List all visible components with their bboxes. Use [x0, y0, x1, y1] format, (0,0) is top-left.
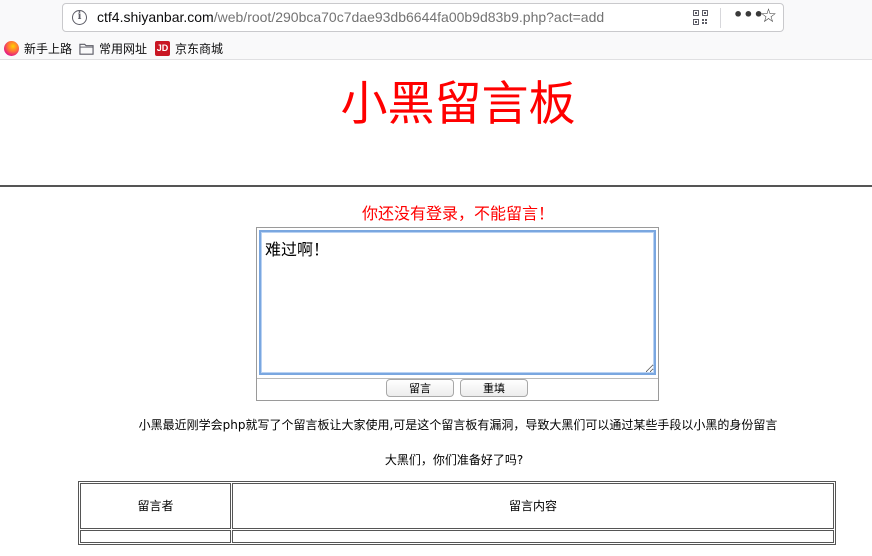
jd-icon: JD	[155, 40, 170, 56]
folder-icon	[79, 43, 94, 55]
url-host: ctf4.shiyanbar.com	[97, 9, 214, 25]
bookmark-label: 常用网址	[99, 41, 148, 56]
form-divider	[257, 378, 658, 379]
firefox-icon	[4, 40, 19, 56]
board-question: 大黑们，你们准备好了吗?	[384, 453, 524, 467]
table-header-row: 留言者 留言内容	[80, 483, 834, 529]
toolbar-separator	[720, 8, 721, 28]
qr-code-icon[interactable]	[693, 10, 708, 25]
bookmark-common-sites[interactable]: 常用网址	[79, 39, 147, 57]
info-icon[interactable]: i	[72, 10, 87, 25]
browser-toolbar: i ctf4.shiyanbar.com/web/root/290bca70c7…	[0, 0, 872, 36]
bookmark-jd[interactable]: JD 京东商城	[155, 39, 223, 57]
bookmark-newbie[interactable]: 新手上路	[4, 39, 72, 57]
submit-button[interactable]: 留言	[386, 379, 454, 397]
address-bar[interactable]: i ctf4.shiyanbar.com/web/root/290bca70c7…	[62, 3, 784, 32]
page-content: 小黑留言板 你还没有登录，不能留言！ 留言 重填 小黑最近刚学会php就写了个留…	[0, 61, 872, 556]
url-path: /web/root/290bca70c7dae93db6644fa00b9d83…	[213, 9, 605, 25]
horizontal-rule	[0, 185, 872, 187]
table-cell	[80, 529, 231, 543]
table-cell	[232, 529, 834, 543]
table-row	[80, 529, 834, 543]
message-textarea[interactable]	[259, 230, 656, 375]
bookmark-label: 京东商城	[175, 41, 224, 56]
header-author: 留言者	[80, 483, 231, 529]
bookmark-star-icon[interactable]: ☆	[760, 5, 777, 27]
login-notice: 你还没有登录，不能留言！	[361, 204, 554, 223]
url-text[interactable]: ctf4.shiyanbar.com/web/root/290bca70c7da…	[97, 9, 604, 25]
message-table: 留言者 留言内容	[78, 481, 836, 545]
bookmark-label: 新手上路	[24, 41, 73, 56]
bookmarks-bar: 新手上路 常用网址 JD 京东商城	[0, 36, 872, 60]
message-form: 留言 重填	[256, 227, 659, 401]
board-description: 小黑最近刚学会php就写了个留言板让大家使用,可是这个留言板有漏洞，导致大黑们可…	[138, 418, 778, 432]
page-title: 小黑留言板	[340, 77, 576, 132]
reset-button[interactable]: 重填	[460, 379, 528, 397]
header-content: 留言内容	[232, 483, 834, 529]
